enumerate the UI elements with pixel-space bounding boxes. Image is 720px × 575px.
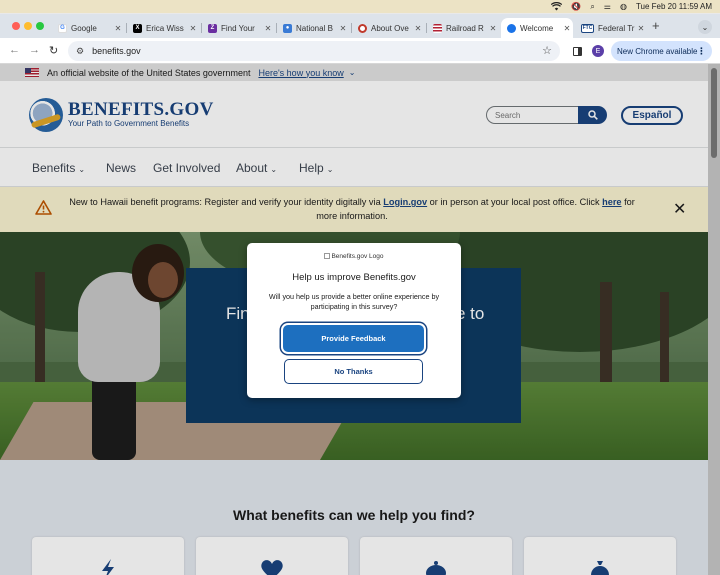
browser-tab[interactable]: Z Find Your ✕ [202, 18, 274, 38]
broken-image-icon [324, 253, 331, 259]
browser-toolbar: ← → ↻ ⚙ benefits.gov ☆ E New Chrome avai… [0, 38, 720, 64]
us-flag-icon [433, 23, 442, 33]
profile-avatar[interactable]: E [592, 45, 604, 57]
google-icon: G [58, 23, 67, 33]
close-tab-icon[interactable]: ✕ [561, 24, 573, 33]
more-menu-icon[interactable]: ⋮ [697, 46, 706, 57]
spotlight-search-icon[interactable]: ⌕ [590, 2, 594, 12]
browser-tab-active[interactable]: Welcome ✕ [501, 18, 573, 38]
wifi-icon[interactable] [551, 2, 563, 11]
new-chrome-available-button[interactable]: New Chrome available ⋮ [611, 41, 712, 61]
url-text: benefits.gov [92, 46, 141, 56]
z-logo-icon: Z [208, 23, 217, 33]
page-viewport: An official website of the United States… [0, 64, 708, 575]
scrollbar-thumb[interactable] [711, 68, 717, 158]
modal-description: Will you help us provide a better online… [268, 292, 440, 311]
forward-arrow-icon[interactable]: → [29, 44, 40, 56]
control-center-icon[interactable]: ⚌ [604, 2, 611, 11]
browser-tab[interactable]: About Ove ✕ [352, 18, 424, 38]
close-tab-icon[interactable]: ✕ [635, 24, 647, 33]
back-arrow-icon[interactable]: ← [9, 44, 20, 56]
close-window-button[interactable] [12, 22, 20, 30]
provide-feedback-button[interactable]: Provide Feedback [283, 325, 424, 352]
system-menubar: 🔇 ⌕ ⚌ ◍ Tue Feb 20 11:59 AM [0, 0, 720, 13]
bookmark-star-icon[interactable]: ☆ [542, 44, 552, 57]
modal-logo-image: Benefits.gov Logo [247, 253, 461, 260]
close-tab-icon[interactable]: ✕ [337, 24, 349, 33]
menubar-clock[interactable]: Tue Feb 20 11:59 AM [636, 2, 712, 11]
browser-tab-strip: G Google ✕ X Erica Wiss ✕ Z Find Your ✕ … [0, 14, 720, 38]
address-bar[interactable]: ⚙ benefits.gov ☆ [68, 41, 560, 61]
close-tab-icon[interactable]: ✕ [187, 24, 199, 33]
ftc-logo-icon: FTC [581, 23, 594, 33]
reload-icon[interactable]: ↻ [49, 44, 58, 57]
tab-search-button[interactable]: ⌄ [698, 20, 712, 34]
site-settings-icon[interactable]: ⚙ [76, 46, 84, 57]
x-logo-icon: X [133, 23, 142, 33]
side-panel-icon[interactable] [573, 47, 582, 56]
zoom-window-button[interactable] [36, 22, 44, 30]
new-tab-button[interactable]: + [652, 18, 660, 33]
ring-logo-icon [358, 23, 367, 33]
minimize-window-button[interactable] [24, 22, 32, 30]
close-tab-icon[interactable]: ✕ [487, 24, 499, 33]
modal-title: Help us improve Benefits.gov [292, 272, 416, 283]
close-tab-icon[interactable]: ✕ [112, 24, 124, 33]
browser-tab[interactable]: X Erica Wiss ✕ [127, 18, 199, 38]
survey-modal: Benefits.gov Logo Help us improve Benefi… [247, 243, 461, 398]
browser-tab[interactable]: G Google ✕ [52, 18, 124, 38]
browser-tab[interactable]: Railroad R ✕ [427, 18, 499, 38]
no-thanks-button[interactable]: No Thanks [284, 359, 423, 384]
user-icon: ● [283, 23, 292, 33]
siri-icon[interactable]: ◍ [620, 2, 627, 11]
browser-tab[interactable]: ● National B ✕ [277, 18, 349, 38]
page-scrollbar[interactable] [708, 64, 720, 575]
browser-tab[interactable]: FTC Federal Tr ✕ [575, 18, 647, 38]
close-tab-icon[interactable]: ✕ [412, 24, 424, 33]
globe-icon [507, 23, 516, 33]
mute-icon[interactable]: 🔇 [571, 2, 581, 11]
close-tab-icon[interactable]: ✕ [262, 24, 274, 33]
